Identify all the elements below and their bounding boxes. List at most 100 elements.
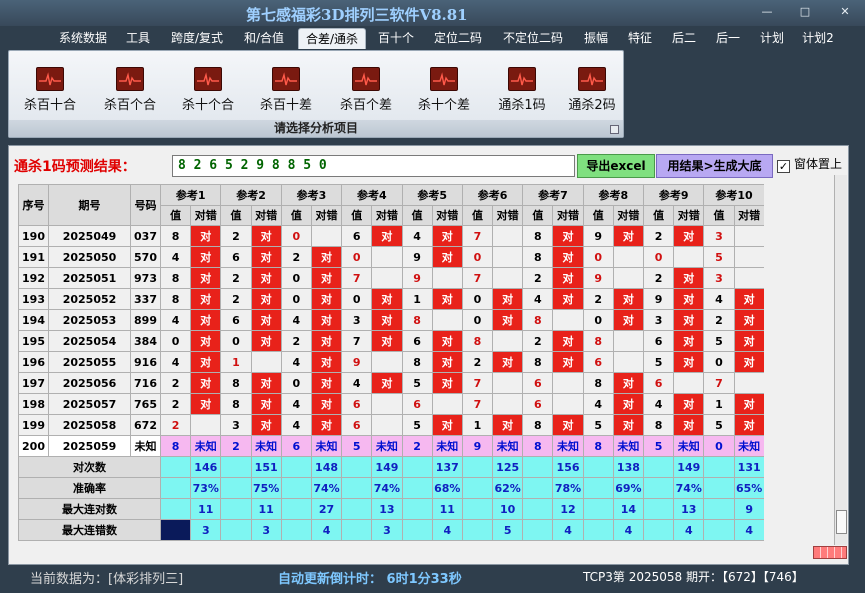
pred-value: 5 xyxy=(341,435,373,457)
row-hit-empty xyxy=(371,414,403,436)
summary-blank xyxy=(642,477,675,499)
ribbon-button-7[interactable]: 通杀1码 xyxy=(489,67,555,117)
row-value: 4 xyxy=(401,225,433,247)
row-hit-empty xyxy=(492,372,524,394)
menu-item-13[interactable]: 计划 xyxy=(754,28,790,49)
row-seq: 191 xyxy=(18,246,49,268)
summary-value: 62% xyxy=(492,477,524,499)
summary-value: 73% xyxy=(190,477,222,499)
row-hit-empty xyxy=(733,246,764,268)
row-value: 0 xyxy=(341,288,373,310)
menu-item-4[interactable]: 和/合值 xyxy=(238,28,290,49)
row-hit-mark: 对 xyxy=(552,288,584,310)
menu-item-2[interactable]: 工具 xyxy=(120,28,156,49)
generate-base-button[interactable]: 用结果>生成大底 xyxy=(656,154,773,178)
menu-item-1[interactable]: 系统数据 xyxy=(52,28,114,49)
row-hit-empty xyxy=(673,372,705,394)
menu-item-3[interactable]: 跨度/复式 xyxy=(164,28,230,49)
row-value: 1 xyxy=(461,414,494,436)
summary-blank xyxy=(401,477,433,499)
close-icon[interactable]: ✕ xyxy=(836,5,854,19)
row-hit-mark: 对 xyxy=(733,330,764,352)
menu-item-8[interactable]: 不定位二码 xyxy=(496,28,570,49)
row-hit-mark: 对 xyxy=(673,225,705,247)
summary-value: 4 xyxy=(612,519,645,541)
summary-value: 11 xyxy=(190,498,222,520)
pred-value: 8 xyxy=(582,435,614,457)
row-hit-mark: 对 xyxy=(250,414,282,436)
row-value: 6 xyxy=(220,309,252,331)
row-value: 4 xyxy=(159,351,192,373)
row-hit-mark: 对 xyxy=(250,267,282,289)
ribbon-button-1[interactable]: 杀百十合 xyxy=(17,67,83,117)
heartbeat-chart-icon xyxy=(578,67,606,91)
row-seq: 193 xyxy=(18,288,49,310)
header-ref: 参考4 xyxy=(341,184,403,206)
pred-unknown: 未知 xyxy=(612,435,645,457)
row-hit-mark: 对 xyxy=(552,330,584,352)
row-hit-mark: 对 xyxy=(310,246,343,268)
row-hit-mark: 对 xyxy=(250,393,282,415)
title-bar: 第七感福彩3D排列三软件V8.81 — □ ✕ xyxy=(0,0,865,26)
summary-value: 4 xyxy=(673,519,705,541)
row-value: 9 xyxy=(401,267,433,289)
row-value: 2 xyxy=(642,267,675,289)
summary-value: 13 xyxy=(371,498,403,520)
row-hit-mark: 对 xyxy=(190,267,222,289)
heartbeat-chart-icon xyxy=(430,67,458,91)
menu-item-11[interactable]: 后二 xyxy=(666,28,702,49)
ribbon-button-5[interactable]: 杀百个差 xyxy=(333,67,399,117)
summary-value: 74% xyxy=(673,477,705,499)
row-value: 8 xyxy=(401,351,433,373)
minimize-icon[interactable]: — xyxy=(758,5,776,19)
export-excel-button[interactable]: 导出excel xyxy=(577,154,655,178)
summary-blank xyxy=(401,498,433,520)
restore-icon[interactable]: □ xyxy=(796,5,814,19)
heartbeat-chart-icon xyxy=(194,67,222,91)
topmost-checkbox[interactable]: ✓ 窗体置上 xyxy=(777,155,842,177)
row-value: 8 xyxy=(220,393,252,415)
summary-blank xyxy=(159,456,192,478)
row-value: 7 xyxy=(461,372,494,394)
ribbon-button-4[interactable]: 杀百十差 xyxy=(253,67,319,117)
menu-item-5[interactable]: 合差/通杀 xyxy=(298,28,366,49)
header-hit: 对错 xyxy=(250,204,282,226)
summary-value: 149 xyxy=(673,456,705,478)
menu-item-12[interactable]: 后一 xyxy=(710,28,746,49)
ribbon-button-6[interactable]: 杀十个差 xyxy=(411,67,477,117)
summary-value: 3 xyxy=(250,519,282,541)
pred-unknown: 未知 xyxy=(431,435,463,457)
row-value: 5 xyxy=(703,330,735,352)
row-hit-mark: 对 xyxy=(431,246,463,268)
summary-blank xyxy=(159,498,192,520)
row-hit-empty xyxy=(492,330,524,352)
row-hit-mark: 对 xyxy=(673,309,705,331)
menu-item-9[interactable]: 振幅 xyxy=(578,28,614,49)
menu-item-7[interactable]: 定位二码 xyxy=(428,28,488,49)
ribbon-button-3[interactable]: 杀十个合 xyxy=(175,67,241,117)
vertical-scrollbar[interactable] xyxy=(834,175,847,545)
menu-item-6[interactable]: 百十个 xyxy=(372,28,420,49)
ribbon-expand-icon[interactable] xyxy=(610,125,619,134)
row-hit-mark: 对 xyxy=(431,351,463,373)
row-number: 672 xyxy=(130,414,161,436)
row-value: 6 xyxy=(220,246,252,268)
prediction-result-field[interactable]: 8 2 6 5 2 9 8 8 5 0 xyxy=(172,155,575,177)
row-hit-mark: 对 xyxy=(190,372,222,394)
row-hit-mark: 对 xyxy=(190,393,222,415)
menu-item-10[interactable]: 特征 xyxy=(622,28,658,49)
summary-blank xyxy=(159,477,192,499)
summary-blank xyxy=(582,498,614,520)
row-number: 899 xyxy=(130,309,161,331)
ribbon-button-2[interactable]: 杀百个合 xyxy=(97,67,163,117)
row-hit-mark: 对 xyxy=(612,372,645,394)
pred-value: 8 xyxy=(159,435,192,457)
checkbox-check-icon[interactable]: ✓ xyxy=(777,160,790,173)
row-value: 1 xyxy=(220,351,252,373)
ribbon-button-8[interactable]: 通杀2码 xyxy=(559,67,625,117)
summary-blank xyxy=(642,456,675,478)
menu-item-14[interactable]: 计划2 xyxy=(798,28,838,49)
row-hit-mark: 对 xyxy=(190,225,222,247)
scrollbar-thumb[interactable] xyxy=(836,510,847,534)
row-number: 337 xyxy=(130,288,161,310)
